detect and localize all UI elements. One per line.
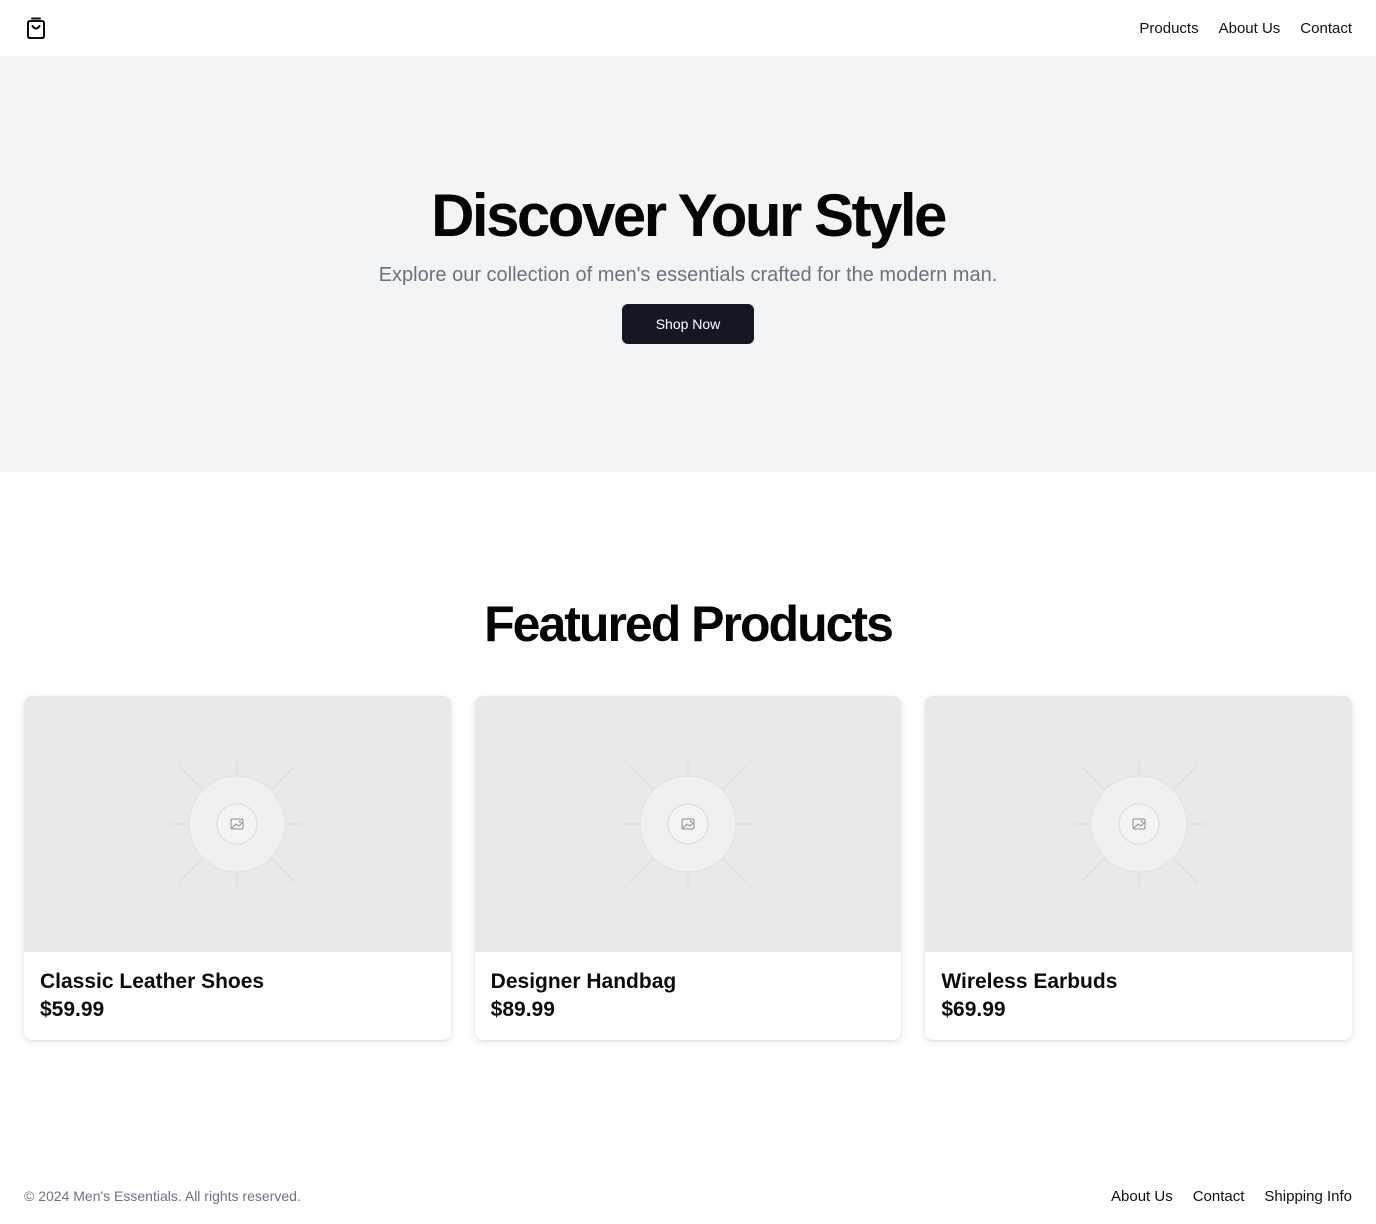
product-price: $89.99 xyxy=(490,998,555,1021)
product-price: $69.99 xyxy=(941,998,1006,1021)
shop-now-button[interactable]: Shop Now xyxy=(622,304,754,344)
hero-title: Discover Your Style xyxy=(431,182,947,249)
nav-link-contact[interactable]: Contact xyxy=(1300,21,1352,36)
image-placeholder-icon xyxy=(622,758,754,890)
site-header: Products About Us Contact xyxy=(0,0,1376,56)
footer-link-contact[interactable]: Contact xyxy=(1193,1188,1245,1205)
product-image xyxy=(24,696,451,952)
image-placeholder-icon xyxy=(1072,758,1205,890)
featured-title: Featured Products xyxy=(484,596,894,652)
footer-link-shipping-info[interactable]: Shipping Info xyxy=(1264,1188,1352,1205)
product-card[interactable]: Classic Leather Shoes $59.99 xyxy=(24,696,451,1040)
hero-section: Discover Your Style Explore our collecti… xyxy=(0,56,1376,472)
product-image xyxy=(474,696,902,952)
site-footer: © 2024 Men's Essentials. All rights rese… xyxy=(0,1184,1376,1208)
product-card[interactable]: Designer Handbag $89.99 xyxy=(474,696,902,1040)
page: Products About Us Contact Discover Your … xyxy=(0,0,1376,1224)
main-nav: Products About Us Contact xyxy=(1139,21,1352,36)
nav-link-about-us[interactable]: About Us xyxy=(1219,21,1281,36)
product-name: Designer Handbag xyxy=(490,970,677,993)
footer-nav: About Us Contact Shipping Info xyxy=(1111,1188,1352,1205)
footer-link-about-us[interactable]: About Us xyxy=(1111,1188,1173,1205)
image-placeholder-icon xyxy=(171,758,304,890)
nav-link-products[interactable]: Products xyxy=(1139,21,1198,36)
product-name: Wireless Earbuds xyxy=(941,970,1118,993)
featured-products-section: Featured Products Classic Leather Shoes … xyxy=(0,472,1376,1040)
hero-subtitle: Explore our collection of men's essentia… xyxy=(378,264,998,286)
product-grid: Classic Leather Shoes $59.99 Designer Ha… xyxy=(0,696,1376,1040)
copyright-text: © 2024 Men's Essentials. All rights rese… xyxy=(24,1188,301,1204)
product-card[interactable]: Wireless Earbuds $69.99 xyxy=(925,696,1353,1040)
product-name: Classic Leather Shoes xyxy=(40,970,265,993)
product-price: $59.99 xyxy=(40,998,105,1021)
shopping-bag-icon[interactable] xyxy=(24,16,48,40)
product-image xyxy=(925,696,1353,952)
